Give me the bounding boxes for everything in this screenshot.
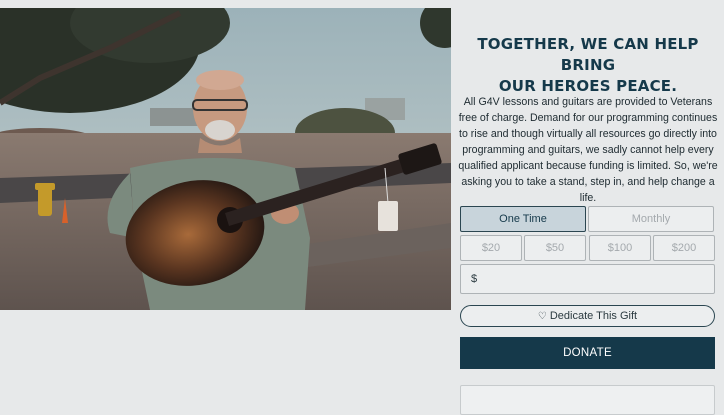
amount-20-button[interactable]: $20	[460, 235, 522, 261]
custom-amount-input[interactable]	[483, 267, 712, 293]
hero-photo	[0, 8, 451, 310]
amount-100-button[interactable]: $100	[589, 235, 651, 261]
amount-50-button[interactable]: $50	[524, 235, 586, 261]
headline-line-1: TOGETHER, WE CAN HELP BRING	[477, 35, 699, 74]
payment-section[interactable]	[460, 385, 715, 415]
custom-amount-field[interactable]: $	[460, 264, 715, 294]
donation-description: All G4V lessons and guitars are provided…	[458, 96, 718, 204]
heart-outline-icon: ♡	[537, 311, 547, 322]
donate-button[interactable]: DONATE	[460, 337, 715, 369]
dedicate-gift-label: Dedicate This Gift	[549, 310, 638, 322]
donation-panel: TOGETHER, WE CAN HELP BRING OUR HEROES P…	[451, 0, 724, 415]
currency-symbol: $	[471, 273, 478, 285]
one-time-button[interactable]: One Time	[460, 206, 586, 232]
monthly-button[interactable]: Monthly	[588, 206, 714, 232]
veteran-guitar-illustration	[0, 8, 451, 310]
amount-200-button[interactable]: $200	[653, 235, 715, 261]
donation-headline: TOGETHER, WE CAN HELP BRING OUR HEROES P…	[461, 34, 715, 97]
dedicate-gift-button[interactable]: ♡ Dedicate This Gift	[460, 305, 715, 327]
